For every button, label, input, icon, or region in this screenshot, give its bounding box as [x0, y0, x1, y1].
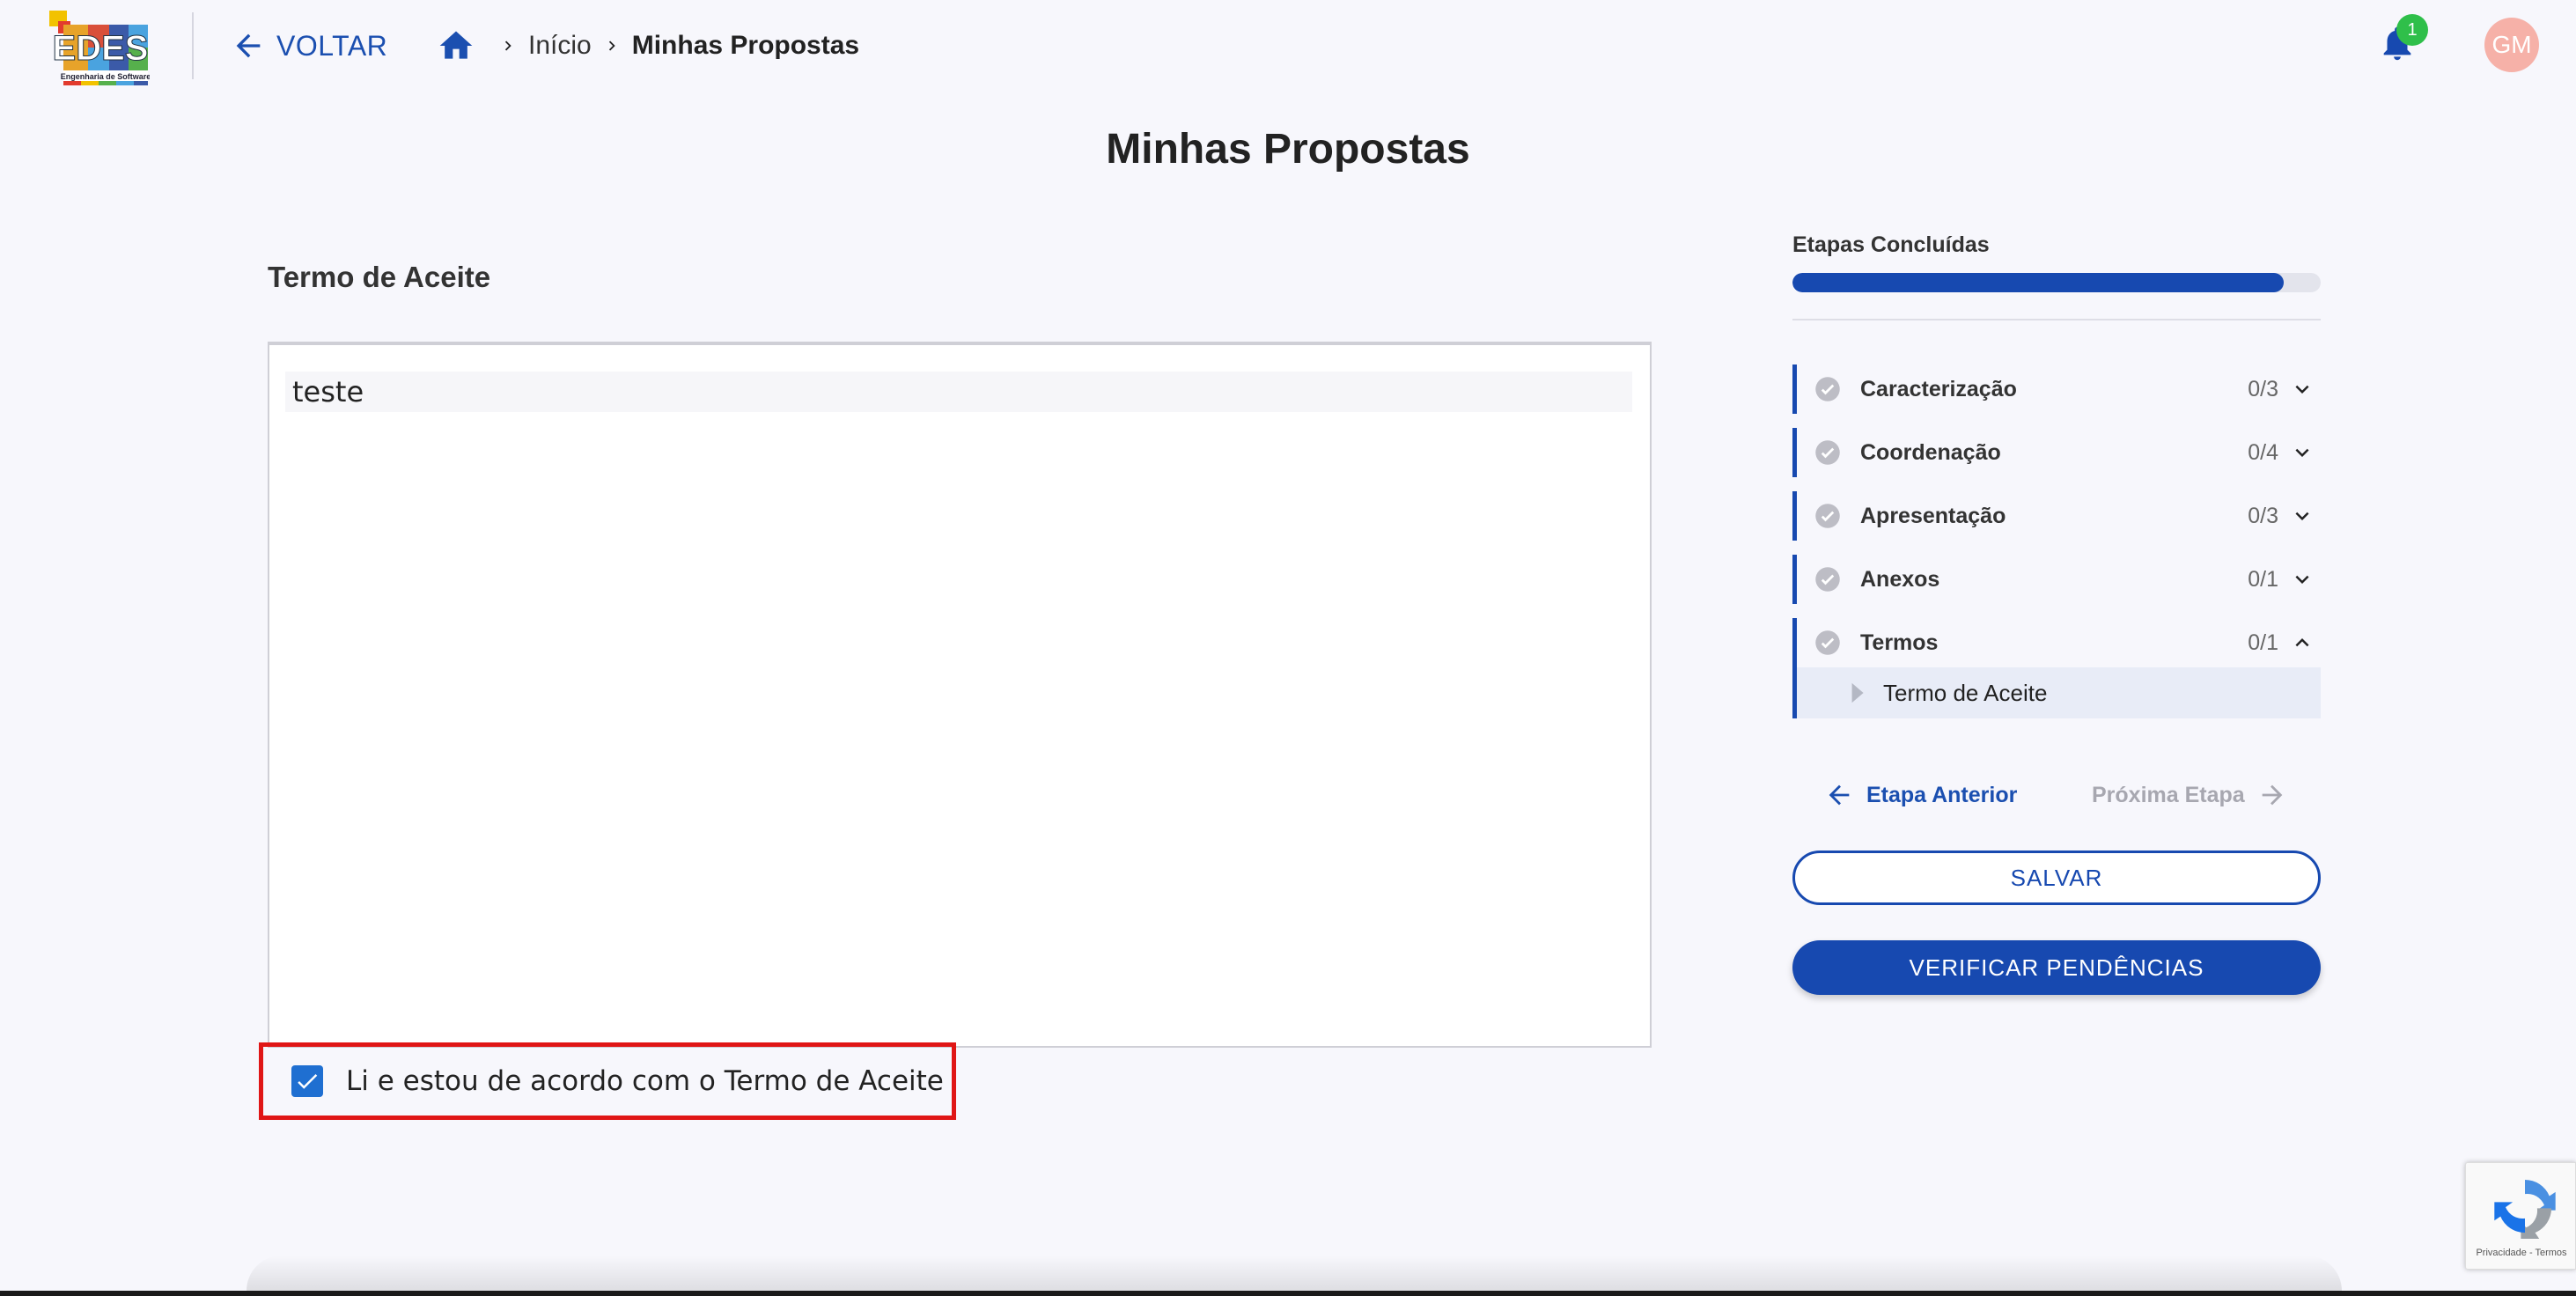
section-title: Termo de Aceite — [268, 261, 491, 293]
chevron-up-icon[interactable] — [2289, 630, 2315, 656]
breadcrumb-current: Minhas Propostas — [631, 31, 860, 60]
accept-terms-checkbox[interactable] — [291, 1065, 323, 1097]
recaptcha-footer[interactable]: Privacidade - Termos — [2466, 1248, 2576, 1258]
step-count: 0/3 — [2248, 503, 2278, 528]
step-label: Apresentação — [1860, 503, 2006, 528]
step-group-termos: Termos 0/1 Termo de Aceite — [1792, 618, 2321, 718]
top-bar: EDES Engenharia de Software VOLTAR Iníci… — [0, 0, 2576, 97]
notification-badge: 1 — [2396, 14, 2428, 46]
chevron-down-icon[interactable] — [2289, 376, 2315, 402]
step-label: Termos — [1860, 630, 1939, 655]
step-apresentacao[interactable]: Apresentação 0/3 — [1792, 491, 2321, 541]
breadcrumb-home[interactable]: Início — [528, 31, 592, 61]
bottom-shadow — [247, 1256, 2342, 1291]
back-button[interactable]: VOLTAR — [231, 26, 387, 65]
sidebar-divider — [1792, 319, 2321, 320]
step-count: 0/4 — [2248, 439, 2278, 465]
page-title: Minhas Propostas — [1106, 126, 1470, 173]
step-anexos[interactable]: Anexos 0/1 — [1792, 555, 2321, 604]
check-circle-icon — [1815, 630, 1840, 655]
home-icon[interactable] — [437, 26, 475, 65]
accept-terms-label: Li e estou de acordo com o Termo de Acei… — [346, 1065, 944, 1097]
chevron-right-icon — [608, 40, 615, 51]
previous-step-label: Etapa Anterior — [1866, 782, 2018, 807]
step-count: 0/1 — [2248, 566, 2278, 592]
next-step-button[interactable]: Próxima Etapa — [2092, 773, 2287, 817]
accept-terms-row[interactable]: Li e estou de acordo com o Termo de Acei… — [259, 1042, 956, 1120]
step-label: Caracterização — [1860, 376, 2017, 401]
header-divider — [192, 12, 194, 79]
arrow-right-icon — [2262, 784, 2283, 806]
step-caracterizacao[interactable]: Caracterização 0/3 — [1792, 364, 2321, 414]
previous-step-button[interactable]: Etapa Anterior — [1824, 773, 2017, 817]
chevron-down-icon[interactable] — [2289, 503, 2315, 529]
save-button[interactable]: SALVAR — [1792, 850, 2321, 905]
arrow-left-icon — [236, 33, 261, 58]
step-termos[interactable]: Termos 0/1 — [1797, 618, 2321, 667]
progress-bar-fill — [1792, 273, 2284, 292]
step-label: Coordenação — [1860, 439, 2001, 465]
chevron-down-icon[interactable] — [2289, 439, 2315, 466]
step-coordenacao[interactable]: Coordenação 0/4 — [1792, 428, 2321, 477]
progress-bar — [1792, 273, 2321, 292]
caret-right-icon — [1851, 682, 1864, 703]
checkbox-checked-icon — [298, 1074, 318, 1089]
chevron-right-icon — [504, 40, 512, 51]
step-count: 0/3 — [2248, 376, 2278, 401]
step-count: 0/1 — [2248, 630, 2278, 655]
check-circle-icon — [1815, 504, 1840, 528]
step-label: Anexos — [1860, 566, 1940, 592]
arrow-left-icon — [1829, 784, 1850, 806]
check-circle-icon — [1815, 377, 1840, 401]
step-navigation: Etapa Anterior Próxima Etapa — [1792, 773, 2321, 817]
check-pending-button[interactable]: VERIFICAR PENDÊNCIAS — [1792, 940, 2321, 995]
breadcrumb: Início Minhas Propostas — [437, 25, 859, 67]
progress-title: Etapas Concluídas — [1792, 232, 1990, 257]
check-circle-icon — [1815, 440, 1840, 465]
term-text-area[interactable]: teste — [268, 342, 1652, 1048]
next-step-label: Próxima Etapa — [2092, 782, 2245, 807]
svg-text:Engenharia de Software: Engenharia de Software — [61, 72, 150, 81]
recaptcha-badge[interactable]: Privacidade - Termos — [2465, 1162, 2576, 1270]
chevron-down-icon[interactable] — [2289, 566, 2315, 593]
steps-list: Caracterização 0/3 Coordenação 0/4 Apres… — [1792, 364, 2321, 718]
avatar[interactable]: GM — [2484, 18, 2539, 72]
substep-termo-de-aceite[interactable]: Termo de Aceite — [1797, 667, 2321, 718]
logo[interactable]: EDES Engenharia de Software — [46, 5, 151, 86]
substep-label: Termo de Aceite — [1883, 679, 2048, 706]
term-text: teste — [285, 372, 1632, 412]
window-bottom-edge — [0, 1291, 2576, 1296]
check-circle-icon — [1815, 567, 1840, 592]
svg-text:EDES: EDES — [53, 29, 149, 68]
recaptcha-icon — [2494, 1179, 2556, 1239]
back-button-label: VOLTAR — [276, 29, 388, 62]
